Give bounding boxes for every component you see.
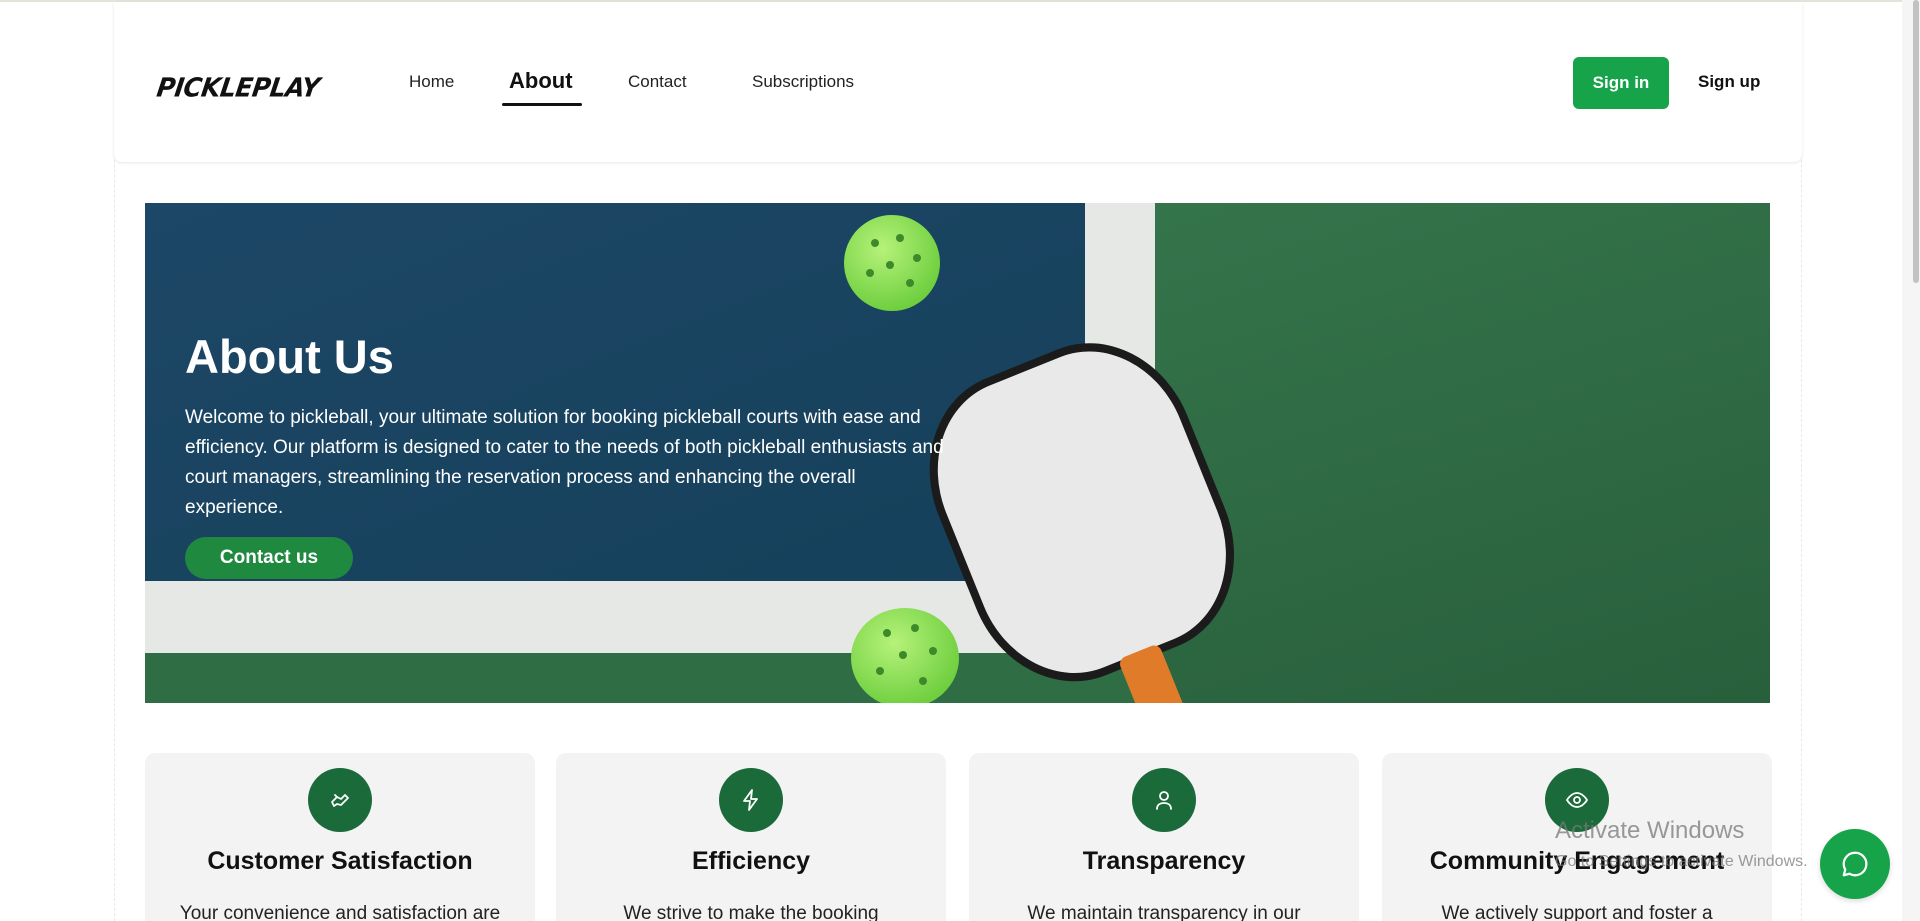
card-text: We strive to make the booking bbox=[623, 903, 879, 921]
handshake-icon bbox=[308, 768, 372, 832]
nav-subscriptions[interactable]: Subscriptions bbox=[752, 72, 854, 92]
card-text: We actively support and foster a bbox=[1441, 903, 1713, 921]
windows-activation-watermark: Activate Windows Go to Settings to activ… bbox=[1555, 817, 1808, 871]
navbar: PICKLEPLAY Home About Contact Subscripti… bbox=[114, 2, 1802, 162]
chat-bubble-icon bbox=[1842, 851, 1868, 877]
nav-contact[interactable]: Contact bbox=[628, 72, 687, 92]
card-text: Your convenience and satisfaction are bbox=[179, 903, 501, 921]
card-title: Transparency bbox=[1082, 847, 1246, 875]
watermark-title: Activate Windows bbox=[1555, 817, 1745, 844]
value-card-customer-satisfaction: Customer Satisfaction Your convenience a… bbox=[145, 753, 535, 921]
nav-home[interactable]: Home bbox=[409, 72, 454, 92]
sign-up-button[interactable]: Sign up bbox=[1698, 72, 1760, 92]
card-text: We maintain transparency in our bbox=[1027, 903, 1301, 921]
card-title: Customer Satisfaction bbox=[207, 847, 473, 875]
hero-banner: About Us Welcome to pickleball, your ult… bbox=[145, 203, 1770, 703]
sign-in-button[interactable]: Sign in bbox=[1573, 57, 1669, 109]
scrollbar-thumb[interactable] bbox=[1913, 0, 1919, 283]
user-icon bbox=[1132, 768, 1196, 832]
card-title: Efficiency bbox=[691, 847, 811, 875]
watermark-subtitle: Go to Settings to activate Windows. bbox=[1555, 853, 1808, 870]
hero-description: Welcome to pickleball, your ultimate sol… bbox=[185, 407, 944, 518]
value-card-transparency: Transparency We maintain transparency in… bbox=[969, 753, 1359, 921]
value-card-efficiency: Efficiency We strive to make the booking bbox=[556, 753, 946, 921]
chat-button[interactable] bbox=[1820, 829, 1890, 899]
contact-us-button[interactable]: Contact us bbox=[185, 537, 353, 579]
pickleplay-logo[interactable]: PICKLEPLAY bbox=[155, 72, 321, 102]
hero-title: About Us bbox=[185, 330, 394, 383]
nav-about[interactable]: About bbox=[509, 68, 573, 94]
lightning-icon bbox=[719, 768, 783, 832]
nav-active-indicator bbox=[502, 103, 582, 106]
